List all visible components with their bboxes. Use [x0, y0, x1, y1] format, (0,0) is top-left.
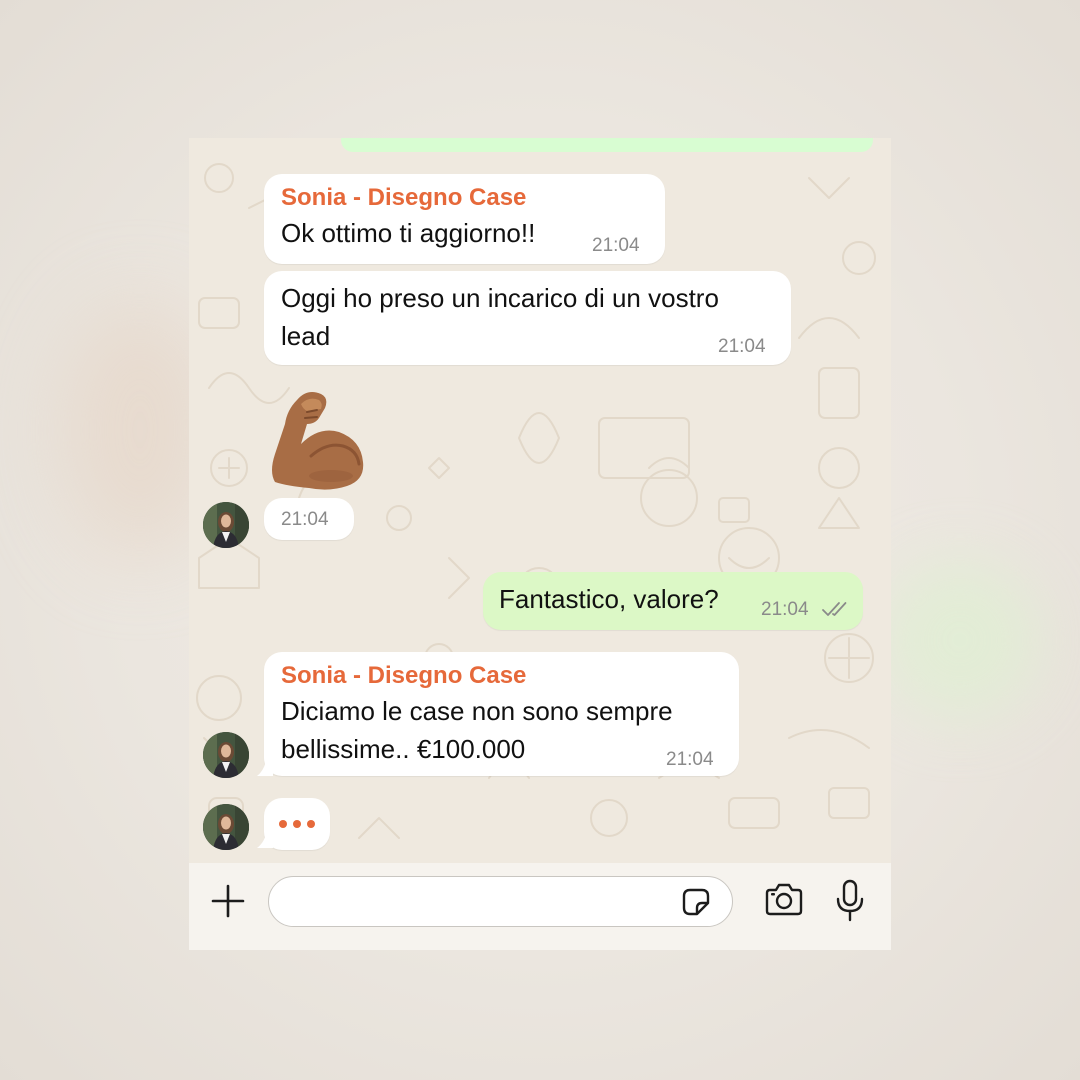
sender-name[interactable]: Sonia - Disegno Case — [281, 662, 526, 690]
message-list[interactable]: Sonia - Disegno Case Ok ottimo ti aggior… — [189, 138, 891, 863]
typing-indicator — [264, 798, 330, 850]
avatar-photo — [203, 502, 249, 548]
message-bubble[interactable]: Sonia - Disegno Case Ok ottimo ti aggior… — [264, 174, 665, 264]
typing-dot — [307, 820, 315, 828]
flexed-biceps-emoji[interactable] — [271, 386, 371, 490]
message-text-line2: lead — [281, 321, 331, 351]
bubble-tail — [257, 830, 273, 848]
message-bubble[interactable]: Sonia - Disegno Case Diciamo le case non… — [264, 652, 739, 776]
message-text-line1: Diciamo le case non sono sempre — [281, 696, 673, 726]
typing-dot — [293, 820, 301, 828]
message-text-line2: bellissime.. €100.000 — [281, 734, 526, 764]
background-blur-right — [880, 560, 1040, 720]
message-time: 21:04 — [592, 235, 640, 256]
outgoing-message-bubble[interactable]: Fantastico, valore? 21:04 — [483, 572, 863, 630]
sticker-icon[interactable] — [680, 886, 712, 918]
double-check-read-icon — [822, 602, 847, 616]
message-input[interactable] — [268, 876, 733, 927]
sender-name[interactable]: Sonia - Disegno Case — [281, 184, 526, 212]
microphone-icon[interactable] — [834, 879, 866, 923]
avatar-photo — [203, 804, 249, 850]
message-time: 21:04 — [666, 749, 714, 770]
message-text: Ok ottimo ti aggiorno!! — [281, 218, 536, 248]
avatar[interactable] — [203, 732, 249, 778]
message-time: 21:04 — [281, 509, 329, 530]
camera-icon[interactable] — [763, 881, 805, 919]
plus-icon[interactable] — [210, 883, 246, 919]
avatar[interactable] — [203, 804, 249, 850]
message-time: 21:04 — [718, 336, 766, 357]
avatar[interactable] — [203, 502, 249, 548]
input-bar — [189, 863, 891, 950]
typing-dot — [279, 820, 287, 828]
message-bubble[interactable]: Oggi ho preso un incarico di un vostro l… — [264, 271, 791, 365]
avatar-photo — [203, 732, 249, 778]
previous-message-bubble — [341, 138, 873, 152]
bubble-tail — [257, 756, 273, 776]
message-text-line1: Oggi ho preso un incarico di un vostro — [281, 283, 719, 313]
message-text: Fantastico, valore? — [499, 584, 719, 614]
chat-screen: Sonia - Disegno Case Ok ottimo ti aggior… — [189, 138, 891, 950]
message-time-chip: 21:04 — [264, 498, 354, 540]
message-time: 21:04 — [761, 599, 809, 620]
